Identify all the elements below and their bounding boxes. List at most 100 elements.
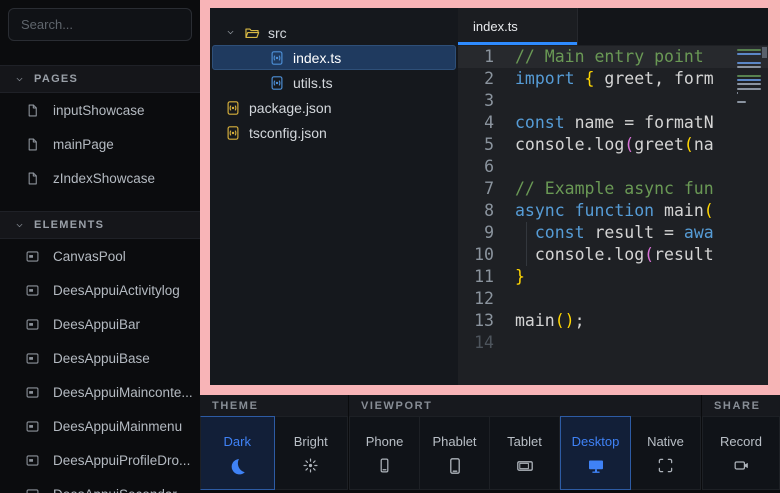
record-button[interactable]: Record xyxy=(702,416,780,490)
line-number: 11 xyxy=(458,266,515,288)
desktop-button[interactable]: Desktop xyxy=(560,416,631,490)
component-icon xyxy=(25,419,40,434)
sidebar-item-canvaspool[interactable]: CanvasPool xyxy=(0,239,200,273)
json-file-icon xyxy=(225,100,241,116)
tablet-button[interactable]: Tablet xyxy=(490,416,560,490)
button-label: Record xyxy=(720,434,762,449)
folder-icon xyxy=(244,25,260,41)
tree-item-label: utils.ts xyxy=(293,75,333,91)
sidebar-item-deesappuiactivitylog[interactable]: DeesAppuiActivitylog xyxy=(0,273,200,307)
code-text: async function main( xyxy=(515,200,734,222)
minimap-line xyxy=(737,96,761,98)
sidebar-item-zindexshowcase[interactable]: zIndexShowcase xyxy=(0,161,200,195)
chevron-down-icon xyxy=(14,220,25,231)
dark-button[interactable]: Dark xyxy=(200,416,275,490)
code-text xyxy=(515,288,734,310)
tree-item-src[interactable]: src xyxy=(212,20,456,45)
toolbar-group-theme: Dark Bright xyxy=(200,416,348,490)
minimap-line xyxy=(737,83,761,85)
tree-item-label: index.ts xyxy=(293,50,341,66)
json-file-icon xyxy=(225,125,241,141)
code-line-5: 5console.log(greet(na xyxy=(458,134,768,156)
tree-item-tsconfig-json[interactable]: tsconfig.json xyxy=(212,120,456,145)
component-icon xyxy=(25,249,40,264)
desktop-icon xyxy=(587,457,605,475)
code-line-1: 1// Main entry point xyxy=(458,46,768,68)
tablet-icon xyxy=(516,457,534,475)
tree-item-index-ts[interactable]: index.ts xyxy=(212,45,456,70)
minimap-line xyxy=(737,79,761,81)
sidebar-item-deesappuimainconte-[interactable]: DeesAppuiMainconte... xyxy=(0,375,200,409)
toolbar-group-header-theme: THEME xyxy=(200,395,348,416)
minimap-line xyxy=(737,66,761,68)
sidebar-item-deesappuibase[interactable]: DeesAppuiBase xyxy=(0,341,200,375)
sidebar-section-label: PAGES xyxy=(34,73,78,85)
bottom-toolbar: THEMEVIEWPORTSHARE DarkBrightPhonePhable… xyxy=(200,395,780,493)
line-number: 3 xyxy=(458,90,515,112)
sidebar-section-header-pages[interactable]: PAGES xyxy=(0,65,200,93)
sidebar-item-label: DeesAppuiMainconte... xyxy=(53,385,193,400)
phablet-icon xyxy=(446,457,464,475)
code-text: } xyxy=(515,266,734,288)
sidebar-item-label: DeesAppuiBar xyxy=(53,317,140,332)
button-label: Bright xyxy=(294,434,328,449)
component-icon xyxy=(25,317,40,332)
sidebar-item-inputshowcase[interactable]: inputShowcase xyxy=(0,93,200,127)
phone-button[interactable]: Phone xyxy=(349,416,420,490)
code-text: console.log(greet(na xyxy=(515,134,734,156)
minimap-line xyxy=(737,49,761,51)
bright-button[interactable]: Bright xyxy=(275,416,349,490)
preview-canvas: srcindex.tsutils.tspackage.jsontsconfig.… xyxy=(200,0,780,395)
ts-file-icon xyxy=(269,75,285,91)
code-text: // Example async fun xyxy=(515,178,734,200)
search-input[interactable] xyxy=(8,8,192,41)
code-line-10: 10 console.log(result xyxy=(458,244,768,266)
editor-tabbar: index.ts xyxy=(458,8,768,45)
sidebar-item-label: DeesAppuiBase xyxy=(53,351,150,366)
sidebar-item-deesappuiprofiledro-[interactable]: DeesAppuiProfileDro... xyxy=(0,443,200,477)
line-number: 9 xyxy=(458,222,515,244)
line-number: 8 xyxy=(458,200,515,222)
tree-item-utils-ts[interactable]: utils.ts xyxy=(212,70,456,95)
button-label: Phablet xyxy=(432,434,476,449)
minimap-line xyxy=(737,53,761,55)
line-number: 13 xyxy=(458,310,515,332)
sidebar-item-deesappuimainmenu[interactable]: DeesAppuiMainmenu xyxy=(0,409,200,443)
sidebar-item-deesappuibar[interactable]: DeesAppuiBar xyxy=(0,307,200,341)
sidebar: PAGES inputShowcase mainPage zIndexShowcase… xyxy=(0,0,200,493)
phablet-button[interactable]: Phablet xyxy=(420,416,490,490)
sidebar-item-label: mainPage xyxy=(53,137,114,152)
record-icon xyxy=(733,457,750,474)
page-icon xyxy=(25,171,40,186)
line-number: 1 xyxy=(458,46,515,68)
code-text: const name = formatN xyxy=(515,112,734,134)
sidebar-item-mainpage[interactable]: mainPage xyxy=(0,127,200,161)
minimap-line xyxy=(737,105,761,107)
file-tree: src index.ts utils.ts package.json tsconfig.… xyxy=(210,8,458,385)
sidebar-item-deesappuisecondar-[interactable]: DeesAppuiSecondar... xyxy=(0,477,200,493)
tree-item-label: tsconfig.json xyxy=(249,125,327,141)
tree-item-label: package.json xyxy=(249,100,332,116)
sidebar-section-header-elements[interactable]: ELEMENTS xyxy=(0,211,200,239)
sidebar-item-label: zIndexShowcase xyxy=(53,171,155,186)
sidebar-item-label: DeesAppuiSecondar... xyxy=(53,487,187,493)
code-line-8: 8async function main( xyxy=(458,200,768,222)
code-line-7: 7// Example async fun xyxy=(458,178,768,200)
toolbar-group-share: Record xyxy=(702,416,780,490)
scrollbar-thumb[interactable] xyxy=(762,47,767,58)
code-text xyxy=(515,156,734,178)
component-icon xyxy=(25,283,40,298)
toolbar-group-label: THEME xyxy=(212,400,259,412)
tree-item-package-json[interactable]: package.json xyxy=(212,95,456,120)
sidebar-item-label: DeesAppuiActivitylog xyxy=(53,283,180,298)
toolbar-group-label: VIEWPORT xyxy=(361,400,432,412)
toolbar-buttons: Dark Bright Phone Phablet TabletDesktopNativ… xyxy=(200,416,780,493)
line-number: 4 xyxy=(458,112,515,134)
code-area[interactable]: 1// Main entry point 2import { greet, fo… xyxy=(458,45,768,385)
minimap-line xyxy=(737,101,746,103)
button-label: Dark xyxy=(224,434,251,449)
editor-tab-index-ts[interactable]: index.ts xyxy=(458,8,578,45)
minimap[interactable] xyxy=(737,49,761,109)
native-button[interactable]: Native xyxy=(631,416,701,490)
minimap-line xyxy=(737,58,761,60)
